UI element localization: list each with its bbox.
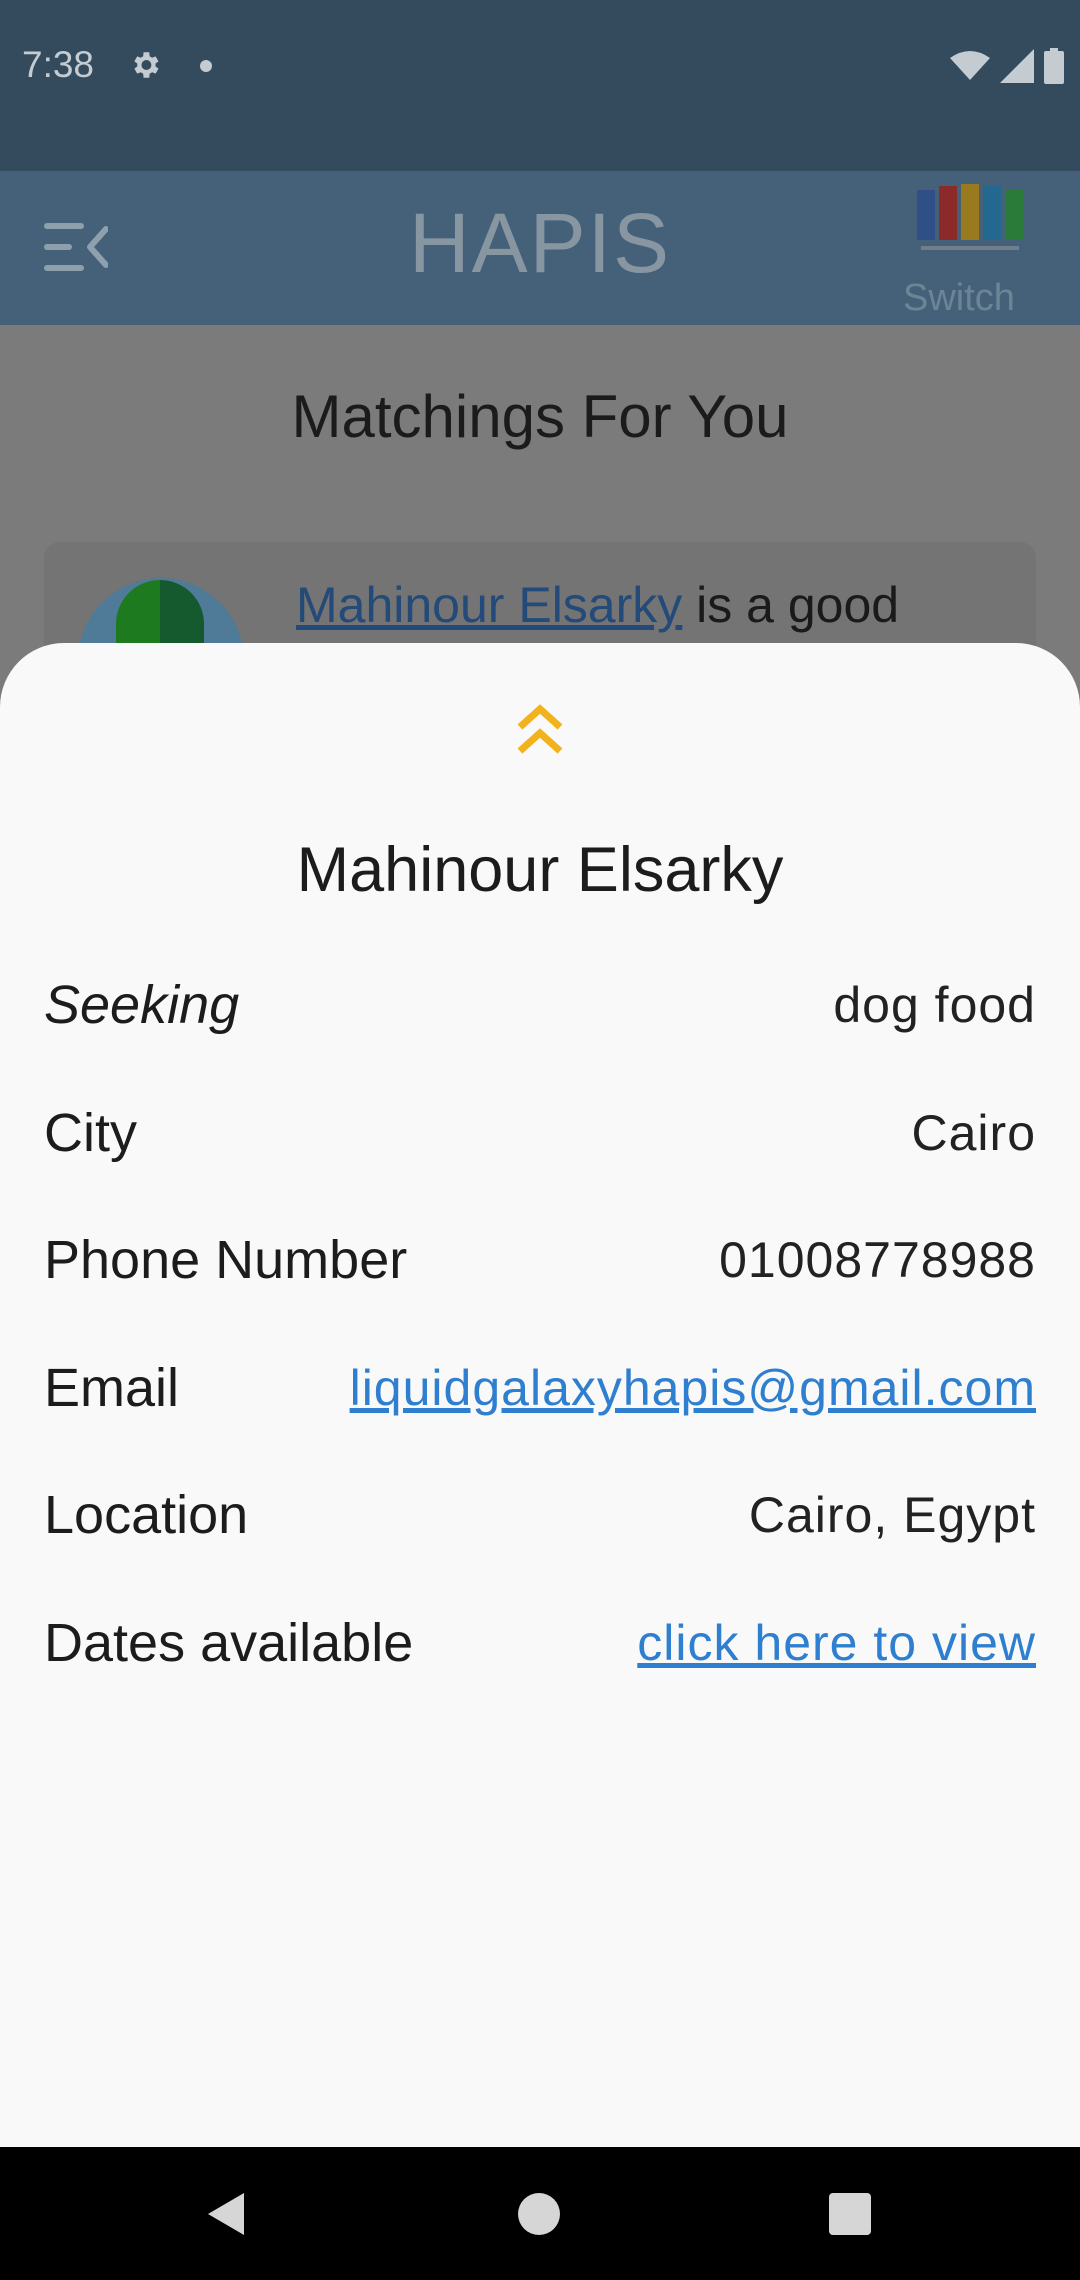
profile-bottom-sheet: Mahinour Elsarky Seeking dog food City C… — [0, 643, 1080, 2147]
settings-gear-icon — [134, 52, 159, 78]
switch-button[interactable]: Switch — [903, 277, 1015, 320]
notification-dot-icon — [200, 60, 212, 72]
page-heading: Matchings For You — [291, 383, 789, 450]
location-row: Location Cairo, Egypt — [44, 1475, 1036, 1555]
profile-name: Mahinour Elsarky — [296, 835, 784, 905]
home-icon[interactable] — [518, 2193, 560, 2235]
dates-row: Dates available click here to view — [44, 1603, 1036, 1683]
city-label: City — [44, 1103, 137, 1163]
phone-value: 01008778988 — [719, 1232, 1036, 1288]
location-label: Location — [44, 1485, 249, 1545]
app-bar: HAPIS Switch — [0, 171, 1080, 325]
email-label: Email — [44, 1358, 180, 1418]
battery-icon — [1044, 48, 1064, 84]
match-card-text: Mahinour Elsarky is a good — [296, 576, 899, 634]
back-icon[interactable] — [204, 2191, 250, 2237]
phone-row: Phone Number 01008778988 — [44, 1220, 1036, 1300]
email-row: Email liquidgalaxyhapis@gmail.com — [44, 1348, 1036, 1428]
dates-view-link[interactable]: click here to view — [637, 1614, 1036, 1672]
status-icons — [950, 48, 1064, 84]
dates-label: Dates available — [44, 1613, 414, 1673]
seeking-label: Seeking — [44, 975, 240, 1035]
system-nav-bar — [0, 2147, 1080, 2280]
wifi-icon — [950, 51, 990, 80]
status-time: 7:38 — [22, 44, 95, 85]
double-chevron-up-icon[interactable] — [514, 703, 566, 757]
city-value: Cairo — [911, 1105, 1036, 1161]
match-text-suffix: is a good — [682, 577, 900, 633]
recents-icon[interactable] — [829, 2193, 871, 2235]
seeking-value: dog food — [833, 977, 1036, 1033]
phone-label: Phone Number — [44, 1230, 408, 1290]
cell-signal-icon — [1000, 49, 1034, 83]
city-row: City Cairo — [44, 1093, 1036, 1173]
status-bar: 7:38 — [0, 0, 1080, 171]
seeking-row: Seeking dog food — [44, 965, 1036, 1045]
email-link[interactable]: liquidgalaxyhapis@gmail.com — [350, 1359, 1036, 1417]
match-name-link[interactable]: Mahinour Elsarky — [296, 577, 682, 633]
liquid-galaxy-logo[interactable] — [917, 184, 1023, 256]
location-value: Cairo, Egypt — [748, 1487, 1036, 1543]
